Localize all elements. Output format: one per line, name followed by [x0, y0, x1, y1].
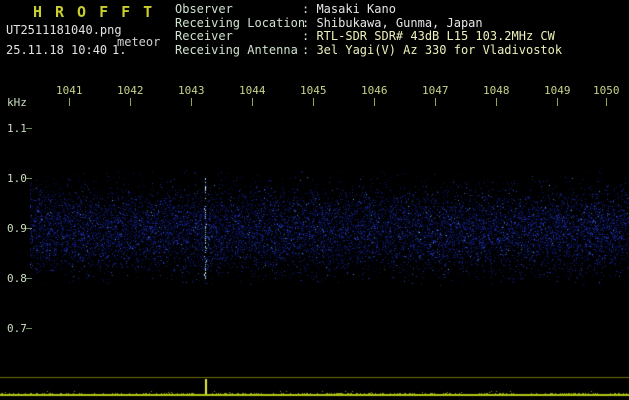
y-tick-label: 0.9	[7, 222, 27, 235]
x-tick-mark	[606, 98, 607, 106]
info-label: Receiver	[175, 30, 302, 44]
station-info: Observer: Masaki Kano Receiving Location…	[175, 3, 562, 57]
spectrogram-canvas	[30, 107, 629, 375]
info-row-receiver: Receiver: RTL-SDR SDR# 43dB L15 103.2MHz…	[175, 30, 562, 44]
info-value: Shibukawa, Gunma, Japan	[316, 16, 482, 30]
x-tick-mark	[252, 98, 253, 106]
info-value: RTL-SDR SDR# 43dB L15 103.2MHz CW	[316, 29, 554, 43]
info-label: Receiving Location	[175, 17, 302, 31]
output-filename: UT2511181040.png	[6, 23, 122, 37]
app-title: HROFFT	[33, 3, 165, 21]
datetime-label: 25.11.18 10:40	[6, 43, 107, 57]
info-row-observer: Observer: Masaki Kano	[175, 3, 562, 17]
y-tick-label: 0.8	[7, 272, 27, 285]
info-colon: :	[302, 43, 316, 57]
x-tick-mark	[130, 98, 131, 106]
x-tick-label: 1041	[56, 84, 83, 97]
info-colon: :	[302, 16, 316, 30]
info-label: Observer	[175, 3, 302, 17]
x-tick-mark	[191, 98, 192, 106]
info-label: Receiving Antenna	[175, 44, 302, 58]
x-tick-mark	[496, 98, 497, 106]
x-tick-label: 1047	[422, 84, 449, 97]
x-tick-label: 1050	[593, 84, 620, 97]
hrofft-screen: HROFFT UT2511181040.png meteor 25.11.18 …	[0, 0, 629, 400]
x-tick-mark	[313, 98, 314, 106]
x-tick-label: 1049	[544, 84, 571, 97]
info-value: 3el Yagi(V) Az 330 for Vladivostok	[316, 43, 562, 57]
x-tick-mark	[374, 98, 375, 106]
x-tick-mark	[557, 98, 558, 106]
x-tick-label: 1048	[483, 84, 510, 97]
counter-label: 1.	[112, 43, 126, 57]
x-tick-label: 1042	[117, 84, 144, 97]
y-tick-label: 1.0	[7, 172, 27, 185]
x-tick-mark	[435, 98, 436, 106]
x-tick-label: 1043	[178, 84, 205, 97]
y-axis-unit-label: kHz	[7, 96, 27, 109]
x-tick-label: 1045	[300, 84, 327, 97]
y-tick-label: 1.1	[7, 122, 27, 135]
info-colon: :	[302, 29, 316, 43]
info-value: Masaki Kano	[316, 2, 395, 16]
info-colon: :	[302, 2, 316, 16]
x-tick-label: 1046	[361, 84, 388, 97]
info-row-location: Receiving Location: Shibukawa, Gunma, Ja…	[175, 17, 562, 31]
info-row-antenna: Receiving Antenna: 3el Yagi(V) Az 330 fo…	[175, 44, 562, 58]
y-tick-label: 0.7	[7, 322, 27, 335]
x-tick-label: 1044	[239, 84, 266, 97]
x-tick-mark	[69, 98, 70, 106]
level-strip-canvas	[0, 376, 629, 400]
